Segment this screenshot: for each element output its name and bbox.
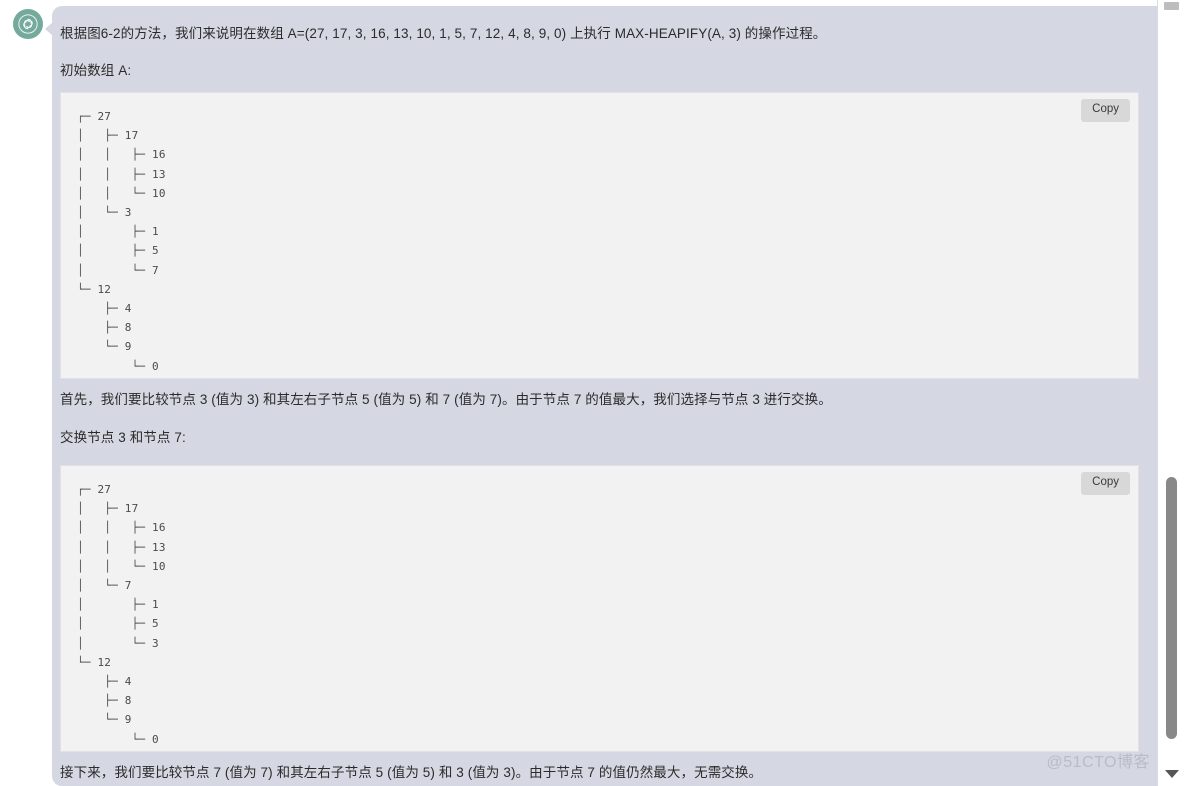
- code-block-after-swap: Copy ┌─ 27 │ ├─ 17 │ │ ├─ 16 │ │ ├─ 13 │…: [60, 465, 1139, 752]
- chevron-down-icon[interactable]: [1165, 770, 1179, 778]
- intro-paragraph: 根据图6-2的方法，我们来说明在数组 A=(27, 17, 3, 16, 13,…: [60, 26, 827, 41]
- copy-button-after-swap[interactable]: Copy: [1081, 472, 1130, 495]
- openai-logo-icon: [18, 14, 38, 34]
- copy-button-initial-array[interactable]: Copy: [1081, 99, 1130, 122]
- assistant-avatar: [13, 9, 43, 39]
- message-inner: 根据图6-2的方法，我们来说明在数组 A=(27, 17, 3, 16, 13,…: [52, 6, 1157, 780]
- compare-second-paragraph: 接下来，我们要比较节点 7 (值为 7) 和其左右子节点 5 (值为 5) 和 …: [60, 765, 763, 780]
- swap-label: 交换节点 3 和节点 7:: [60, 430, 186, 445]
- chevron-up-icon[interactable]: [1164, 2, 1179, 10]
- compare-first-paragraph: 首先，我们要比较节点 3 (值为 3) 和其左右子节点 5 (值为 5) 和 7…: [60, 392, 832, 407]
- conversation-area: 根据图6-2的方法，我们来说明在数组 A=(27, 17, 3, 16, 13,…: [0, 0, 1157, 786]
- scrollbar-thumb[interactable]: [1166, 477, 1177, 739]
- code-block-initial-array: Copy ┌─ 27 │ ├─ 17 │ │ ├─ 16 │ │ ├─ 13 │…: [60, 92, 1139, 379]
- tree-initial-array: ┌─ 27 │ ├─ 17 │ │ ├─ 16 │ │ ├─ 13 │ │ └─…: [77, 110, 166, 373]
- assistant-message-bubble: 根据图6-2的方法，我们来说明在数组 A=(27, 17, 3, 16, 13,…: [52, 6, 1157, 786]
- tree-after-swap: ┌─ 27 │ ├─ 17 │ │ ├─ 16 │ │ ├─ 13 │ │ └─…: [77, 483, 166, 746]
- initial-array-label: 初始数组 A:: [60, 63, 132, 78]
- page-root: 根据图6-2的方法，我们来说明在数组 A=(27, 17, 3, 16, 13,…: [0, 0, 1184, 786]
- scrollbar[interactable]: [1157, 0, 1184, 786]
